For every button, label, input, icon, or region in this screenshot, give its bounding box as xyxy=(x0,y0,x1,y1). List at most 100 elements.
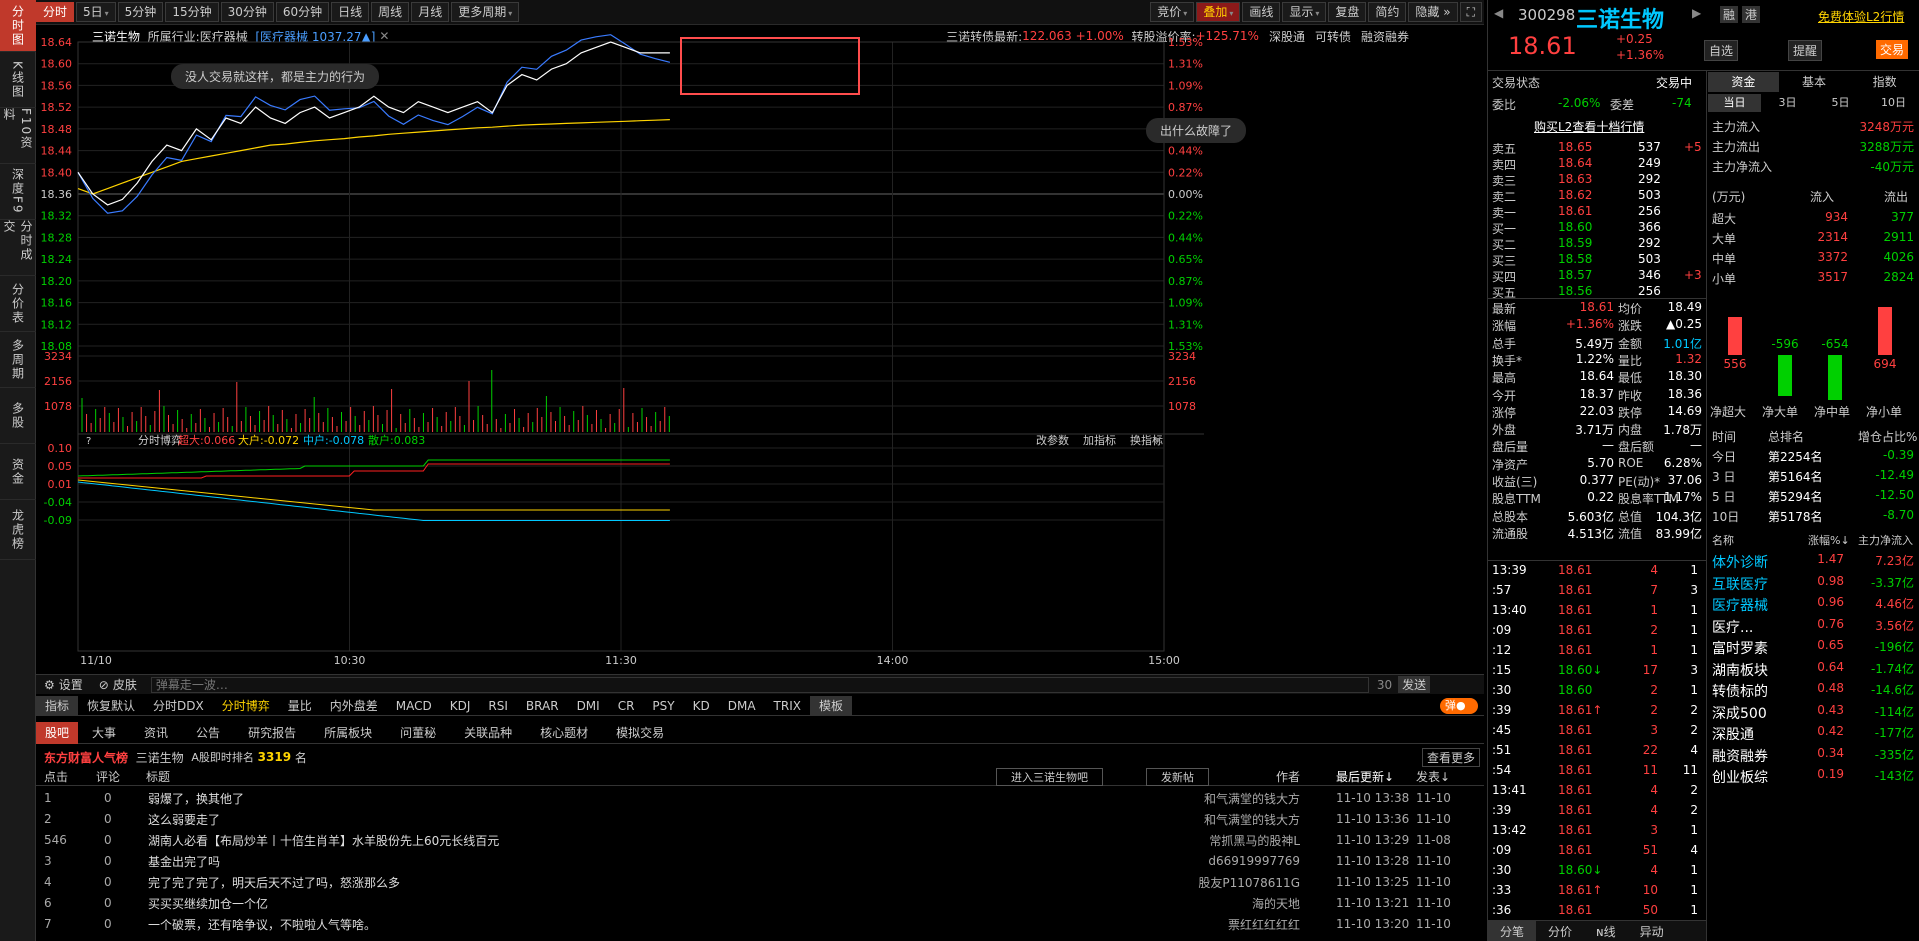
skin-button[interactable]: 皮肤 xyxy=(113,676,137,693)
toolbar-right-3[interactable]: 显示 ▾ xyxy=(1282,2,1327,22)
guba-tab-6[interactable]: 问董秘 xyxy=(386,722,450,744)
trade-button[interactable]: 交易 xyxy=(1876,40,1909,59)
bottom-tab-2[interactable]: ɴ线 xyxy=(1584,921,1628,941)
nav-item-9[interactable]: 龙虎榜 xyxy=(0,500,36,560)
indicator-tab-13[interactable]: KD xyxy=(684,696,719,716)
period-tab-2[interactable]: 5分钟 xyxy=(117,2,164,22)
indicator-tab-9[interactable]: BRAR xyxy=(517,696,568,716)
bottom-tab-0[interactable]: 分笔 xyxy=(1488,921,1537,941)
watchlist-button[interactable]: 自选 xyxy=(1704,40,1739,61)
view-more-button[interactable]: 查看更多 xyxy=(1421,747,1480,767)
post-title[interactable]: 湖南人必看【布局炒羊丨十倍生肖羊】水羊股份先上60元长线百元 xyxy=(148,832,499,849)
indicator-tab-14[interactable]: DMA xyxy=(719,696,765,716)
post-row[interactable]: 546 0 湖南人必看【布局炒羊丨十倍生肖羊】水羊股份先上60元长线百元 常抓黑马的股… xyxy=(36,830,1476,850)
guba-tab-9[interactable]: 模拟交易 xyxy=(602,722,678,744)
period-tab-8[interactable]: 月线 xyxy=(411,2,450,22)
indicator-tab-3[interactable]: 分时博弈 xyxy=(213,696,279,716)
sector-col[interactable]: 主力净流入 xyxy=(1858,532,1913,548)
guba-tab-2[interactable]: 资讯 xyxy=(130,722,182,744)
indicator-tab-1[interactable]: 恢复默认 xyxy=(78,696,144,716)
toolbar-right-4[interactable]: 复盘 xyxy=(1328,2,1367,22)
period-tab-7[interactable]: 周线 xyxy=(371,2,410,22)
period-tab-1[interactable]: 5日 ▾ xyxy=(76,2,116,22)
boyi-link-0[interactable]: 改参数 xyxy=(1036,433,1069,447)
indicator-tab-16[interactable]: 模板 xyxy=(809,695,852,716)
indicator-tab-5[interactable]: 内外盘差 xyxy=(321,696,387,716)
settings-icon[interactable]: ⚙ xyxy=(44,678,55,692)
period-tab-0[interactable]: 分时 xyxy=(36,2,75,22)
toolbar-right-1[interactable]: 叠加 ▾ xyxy=(1196,2,1241,22)
period-tab-9[interactable]: 更多周期 ▾ xyxy=(451,2,520,22)
post-title[interactable]: 完了完了完了，明天后天不过了吗，怒涨那么多 xyxy=(148,874,400,891)
settings-button[interactable]: 设置 xyxy=(59,676,83,693)
fund-tab-0[interactable]: 资金 xyxy=(1708,72,1779,92)
post-title[interactable]: 弱爆了，换其他了 xyxy=(148,790,244,807)
prev-stock-icon[interactable]: ◀ xyxy=(1494,6,1503,20)
nav-item-4[interactable]: 分时成交 xyxy=(0,220,36,276)
bottom-tab-3[interactable]: 异动 xyxy=(1628,921,1676,941)
toolbar-right-2[interactable]: 画线 xyxy=(1242,2,1281,22)
guba-tab-5[interactable]: 所属板块 xyxy=(310,722,386,744)
post-author[interactable]: d66919997769 xyxy=(1208,854,1300,868)
sector-name[interactable]: 深成500 xyxy=(1712,703,1767,723)
sector-name[interactable]: 转债标的 xyxy=(1712,681,1768,701)
alert-button[interactable]: 提醒 xyxy=(1788,40,1823,61)
sector-name[interactable]: 医疗... xyxy=(1712,617,1753,637)
nav-item-6[interactable]: 多周期 xyxy=(0,332,36,388)
indicator-tab-7[interactable]: KDJ xyxy=(441,696,480,716)
indicator-tab-8[interactable]: RSI xyxy=(479,696,517,716)
guba-tab-1[interactable]: 大事 xyxy=(78,722,130,744)
bottom-tab-1[interactable]: 分价 xyxy=(1536,921,1584,941)
guba-col-4[interactable]: 最后更新↓ xyxy=(1336,768,1394,785)
fund-period-3[interactable]: 10日 xyxy=(1867,94,1919,112)
guba-tab-7[interactable]: 关联品种 xyxy=(450,722,526,744)
post-row[interactable]: 6 0 买买买继续加仓一个亿 海的天地 11-10 13:21 11-10 xyxy=(36,893,1476,913)
danmu-input[interactable] xyxy=(150,676,1369,693)
send-button[interactable]: 发送 xyxy=(1398,676,1431,693)
skin-icon[interactable]: ⊘ xyxy=(99,678,109,692)
fund-period-1[interactable]: 3日 xyxy=(1761,94,1814,112)
help-icon[interactable]: ? xyxy=(86,436,91,447)
sector-name[interactable]: 深股通 xyxy=(1712,724,1754,744)
next-stock-icon[interactable]: ▶ xyxy=(1692,6,1701,20)
post-title[interactable]: 基金出完了吗 xyxy=(148,853,220,870)
sector-name[interactable]: 创业板综 xyxy=(1712,767,1768,787)
post-row[interactable]: 2 0 这么弱要走了 和气满堂的钱大方 11-10 13:36 11-10 xyxy=(36,809,1476,829)
nav-item-3[interactable]: 深度F9 xyxy=(0,164,36,220)
indicator-tab-12[interactable]: PSY xyxy=(643,696,683,716)
enter-forum-button[interactable]: 进入三诺生物吧 xyxy=(996,767,1103,786)
indicator-tab-6[interactable]: MACD xyxy=(387,696,441,716)
guba-tab-0[interactable]: 股吧 xyxy=(36,721,79,744)
sector-name[interactable]: 富时罗素 xyxy=(1712,638,1768,658)
post-row[interactable]: 3 0 基金出完了吗 d66919997769 11-10 13:28 11-10 xyxy=(36,851,1476,871)
new-post-button[interactable]: 发新帖 xyxy=(1146,767,1209,786)
toolbar-right-6[interactable]: 隐藏 » xyxy=(1408,2,1458,22)
fund-period-2[interactable]: 5日 xyxy=(1814,94,1867,112)
toolbar-right-0[interactable]: 竞价 ▾ xyxy=(1150,2,1195,22)
sector-name[interactable]: 医疗器械 xyxy=(1712,595,1768,615)
period-tab-6[interactable]: 日线 xyxy=(331,2,370,22)
boyi-link-1[interactable]: 加指标 xyxy=(1083,433,1116,447)
guba-tab-4[interactable]: 研究报告 xyxy=(234,722,310,744)
indicator-tab-2[interactable]: 分时DDX xyxy=(144,696,213,716)
sector-name[interactable]: 体外诊断 xyxy=(1712,552,1768,572)
nav-item-8[interactable]: 资金 xyxy=(0,444,36,500)
toolbar-right-5[interactable]: 简约 xyxy=(1368,2,1407,22)
danmu-toggle[interactable]: 弹● xyxy=(1440,698,1478,714)
sector-name[interactable]: 融资融券 xyxy=(1712,746,1768,766)
close-icon[interactable]: ✕ xyxy=(1153,434,1162,447)
nav-item-1[interactable]: K线图 xyxy=(0,52,36,108)
post-row[interactable]: 1 0 弱爆了，换其他了 和气满堂的钱大方 11-10 13:38 11-10 xyxy=(36,788,1476,808)
post-author[interactable]: 和气满堂的钱大方 xyxy=(1204,790,1300,807)
period-tab-3[interactable]: 15分钟 xyxy=(165,2,219,22)
period-tab-5[interactable]: 60分钟 xyxy=(275,2,330,22)
post-row[interactable]: 7 0 一个破票，还有啥争议，不啦啦人气等啥。 票红红红红红 11-10 13:20 11… xyxy=(36,914,1476,934)
guba-tab-3[interactable]: 公告 xyxy=(182,722,234,744)
indicator-tab-11[interactable]: CR xyxy=(609,696,644,716)
indicator-tab-10[interactable]: DMI xyxy=(568,696,609,716)
post-title[interactable]: 买买买继续加仓一个亿 xyxy=(148,895,268,912)
nav-item-0[interactable]: 分时图 xyxy=(0,0,36,52)
fullscreen-icon[interactable]: ⛶ xyxy=(1459,2,1482,22)
intraday-chart[interactable]: 18.64 1.53% 18.60 1.31% 18.56 1.09% 18.52 0.87%… xyxy=(36,26,1484,676)
guba-tab-8[interactable]: 核心题材 xyxy=(526,722,602,744)
